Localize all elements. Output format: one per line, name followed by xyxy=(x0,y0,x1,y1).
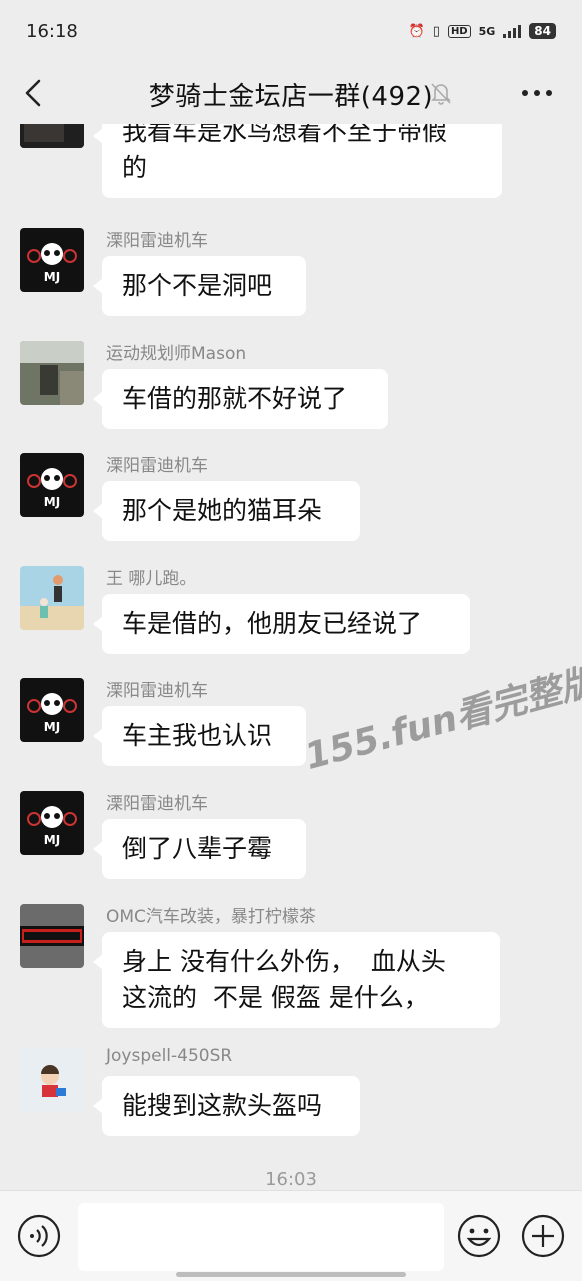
message-bubble[interactable]: 车是借的，他朋友已经说了 xyxy=(93,594,470,654)
status-time: 16:18 xyxy=(26,20,78,42)
omc-logo-icon xyxy=(20,904,84,968)
panda-logo-icon: MJ xyxy=(20,228,84,292)
panda-logo-icon: MJ xyxy=(20,453,84,517)
emoji-icon[interactable] xyxy=(456,1213,502,1259)
message-text-line: 我看车是水鸟想着不至于带假 xyxy=(122,124,448,146)
message-text-line: 那个不是洞吧 xyxy=(122,271,273,300)
status-icons: ⏰ ▯ HD 5G 84 xyxy=(409,23,556,39)
message-text-line: 车主我也认识 xyxy=(122,721,273,750)
chat-message-list[interactable]: 我看车是水鸟想着不至于带假 的 MJ 溧阳雷迪机车 那个不是洞吧 运动规划师Ma… xyxy=(0,124,582,1190)
signal-icon xyxy=(503,24,522,38)
chat-title: 梦骑士金坛店一群(492) xyxy=(148,82,434,112)
avatar[interactable]: MJ xyxy=(20,228,84,292)
battery-indicator: 84 xyxy=(529,23,556,39)
message-text-line: 倒了八辈子霉 xyxy=(122,834,273,863)
message-bubble[interactable]: 那个是她的猫耳朵 xyxy=(93,481,360,541)
avatar-photo-icon xyxy=(20,341,84,405)
sender-name: 溧阳雷迪机车 xyxy=(106,794,208,814)
sender-name: 溧阳雷迪机车 xyxy=(106,681,208,701)
message-bubble[interactable]: 车借的那就不好说了 xyxy=(93,369,388,429)
avatar[interactable] xyxy=(20,124,84,148)
chat-header: 梦骑士金坛店一群(492) xyxy=(0,62,582,124)
sender-name: 王 哪儿跑。 xyxy=(106,569,197,589)
voice-input-icon[interactable] xyxy=(16,1213,62,1259)
mute-bell-icon xyxy=(431,83,451,105)
network-label: 5G xyxy=(478,24,496,38)
sender-name: 溧阳雷迪机车 xyxy=(106,456,208,476)
add-more-icon[interactable] xyxy=(520,1213,566,1259)
message-text-line: 车是借的，他朋友已经说了 xyxy=(122,609,423,638)
sender-name: 溧阳雷迪机车 xyxy=(106,231,208,251)
message-bubble[interactable]: 能搜到这款头盔吗 xyxy=(93,1076,360,1136)
status-bar: 16:18 ⏰ ▯ HD 5G 84 xyxy=(0,0,582,62)
message-text-line: 这流的 不是 假盔 是什么， xyxy=(122,983,429,1012)
avatar[interactable]: MJ xyxy=(20,791,84,855)
message-input[interactable] xyxy=(78,1203,444,1271)
avatar[interactable] xyxy=(20,341,84,405)
avatar[interactable] xyxy=(20,904,84,968)
svg-text:MJ: MJ xyxy=(44,495,60,509)
message-bubble[interactable]: 身上 没有什么外伤， 血从头 这流的 不是 假盔 是什么， xyxy=(93,932,500,1028)
avatar-cartoon-icon xyxy=(20,566,84,630)
hd-badge: HD xyxy=(447,24,471,38)
message-text-line: 能搜到这款头盔吗 xyxy=(122,1091,323,1120)
svg-text:MJ: MJ xyxy=(44,270,60,284)
panda-logo-icon: MJ xyxy=(20,791,84,855)
svg-text:MJ: MJ xyxy=(44,833,60,847)
vibrate-icon: ▯ xyxy=(432,23,440,39)
message-timestamp: 16:03 xyxy=(265,1169,317,1190)
sender-name: 运动规划师Mason xyxy=(106,344,247,364)
message-bubble[interactable]: 那个不是洞吧 xyxy=(93,256,306,316)
sender-name: Joyspell-450SR xyxy=(106,1046,233,1066)
avatar-photo-icon xyxy=(20,124,84,148)
message-bubble[interactable]: 我看车是水鸟想着不至于带假 的 xyxy=(93,124,502,198)
avatar[interactable]: MJ xyxy=(20,453,84,517)
avatar-cartoon-icon xyxy=(20,1048,84,1112)
input-bar xyxy=(0,1190,582,1281)
message-text-line: 的 xyxy=(122,153,148,182)
avatar[interactable]: MJ xyxy=(20,678,84,742)
message-bubble[interactable]: 倒了八辈子霉 xyxy=(93,819,306,879)
panda-logo-icon: MJ xyxy=(20,678,84,742)
sender-name: OMC汽车改装，暴打柠檬茶 xyxy=(106,907,316,927)
svg-text:MJ: MJ xyxy=(44,720,60,734)
avatar[interactable] xyxy=(20,1048,84,1112)
message-text-line: 那个是她的猫耳朵 xyxy=(122,496,323,525)
alarm-icon: ⏰ xyxy=(408,23,425,39)
message-text-line: 身上 没有什么外伤， 血从头 xyxy=(122,947,446,976)
more-options-icon[interactable] xyxy=(520,82,554,104)
message-text-line: 车借的那就不好说了 xyxy=(122,384,348,413)
avatar[interactable] xyxy=(20,566,84,630)
home-indicator[interactable] xyxy=(176,1272,406,1277)
message-bubble[interactable]: 车主我也认识 xyxy=(93,706,306,766)
